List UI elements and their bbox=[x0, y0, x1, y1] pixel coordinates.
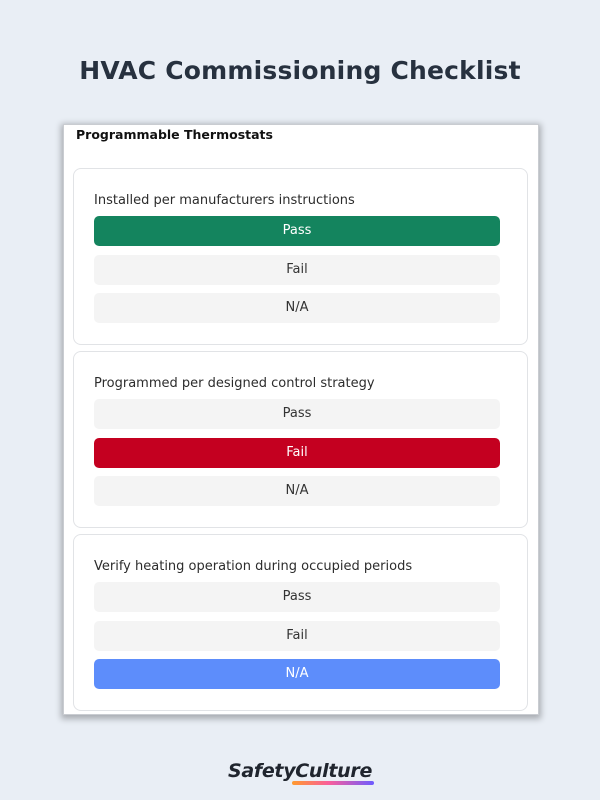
checklist-panel: Programmable Thermostats Installed per m… bbox=[64, 125, 538, 714]
question-label: Verify heating operation during occupied… bbox=[94, 559, 413, 574]
safetyculture-logo: SafetyCulture bbox=[0, 760, 600, 785]
na-option-button[interactable]: N/A bbox=[94, 293, 500, 323]
checklist-item-card: Programmed per designed control strategy… bbox=[73, 351, 528, 528]
checklist-item-card: Installed per manufacturers instructions… bbox=[73, 168, 528, 345]
fail-option-button[interactable]: Fail bbox=[94, 438, 500, 468]
question-label: Installed per manufacturers instructions bbox=[94, 193, 355, 208]
logo-text: SafetyCulture bbox=[227, 760, 373, 782]
pass-option-button[interactable]: Pass bbox=[94, 582, 500, 612]
section-title: Programmable Thermostats bbox=[76, 127, 273, 142]
fail-option-button[interactable]: Fail bbox=[94, 255, 500, 285]
pass-option-button[interactable]: Pass bbox=[94, 216, 500, 246]
pass-option-button[interactable]: Pass bbox=[94, 399, 500, 429]
na-option-button[interactable]: N/A bbox=[94, 476, 500, 506]
na-option-button[interactable]: N/A bbox=[94, 659, 500, 689]
logo-underline bbox=[292, 781, 374, 785]
checklist-item-card: Verify heating operation during occupied… bbox=[73, 534, 528, 711]
fail-option-button[interactable]: Fail bbox=[94, 621, 500, 651]
page-title: HVAC Commissioning Checklist bbox=[79, 56, 521, 85]
question-label: Programmed per designed control strategy bbox=[94, 376, 375, 391]
